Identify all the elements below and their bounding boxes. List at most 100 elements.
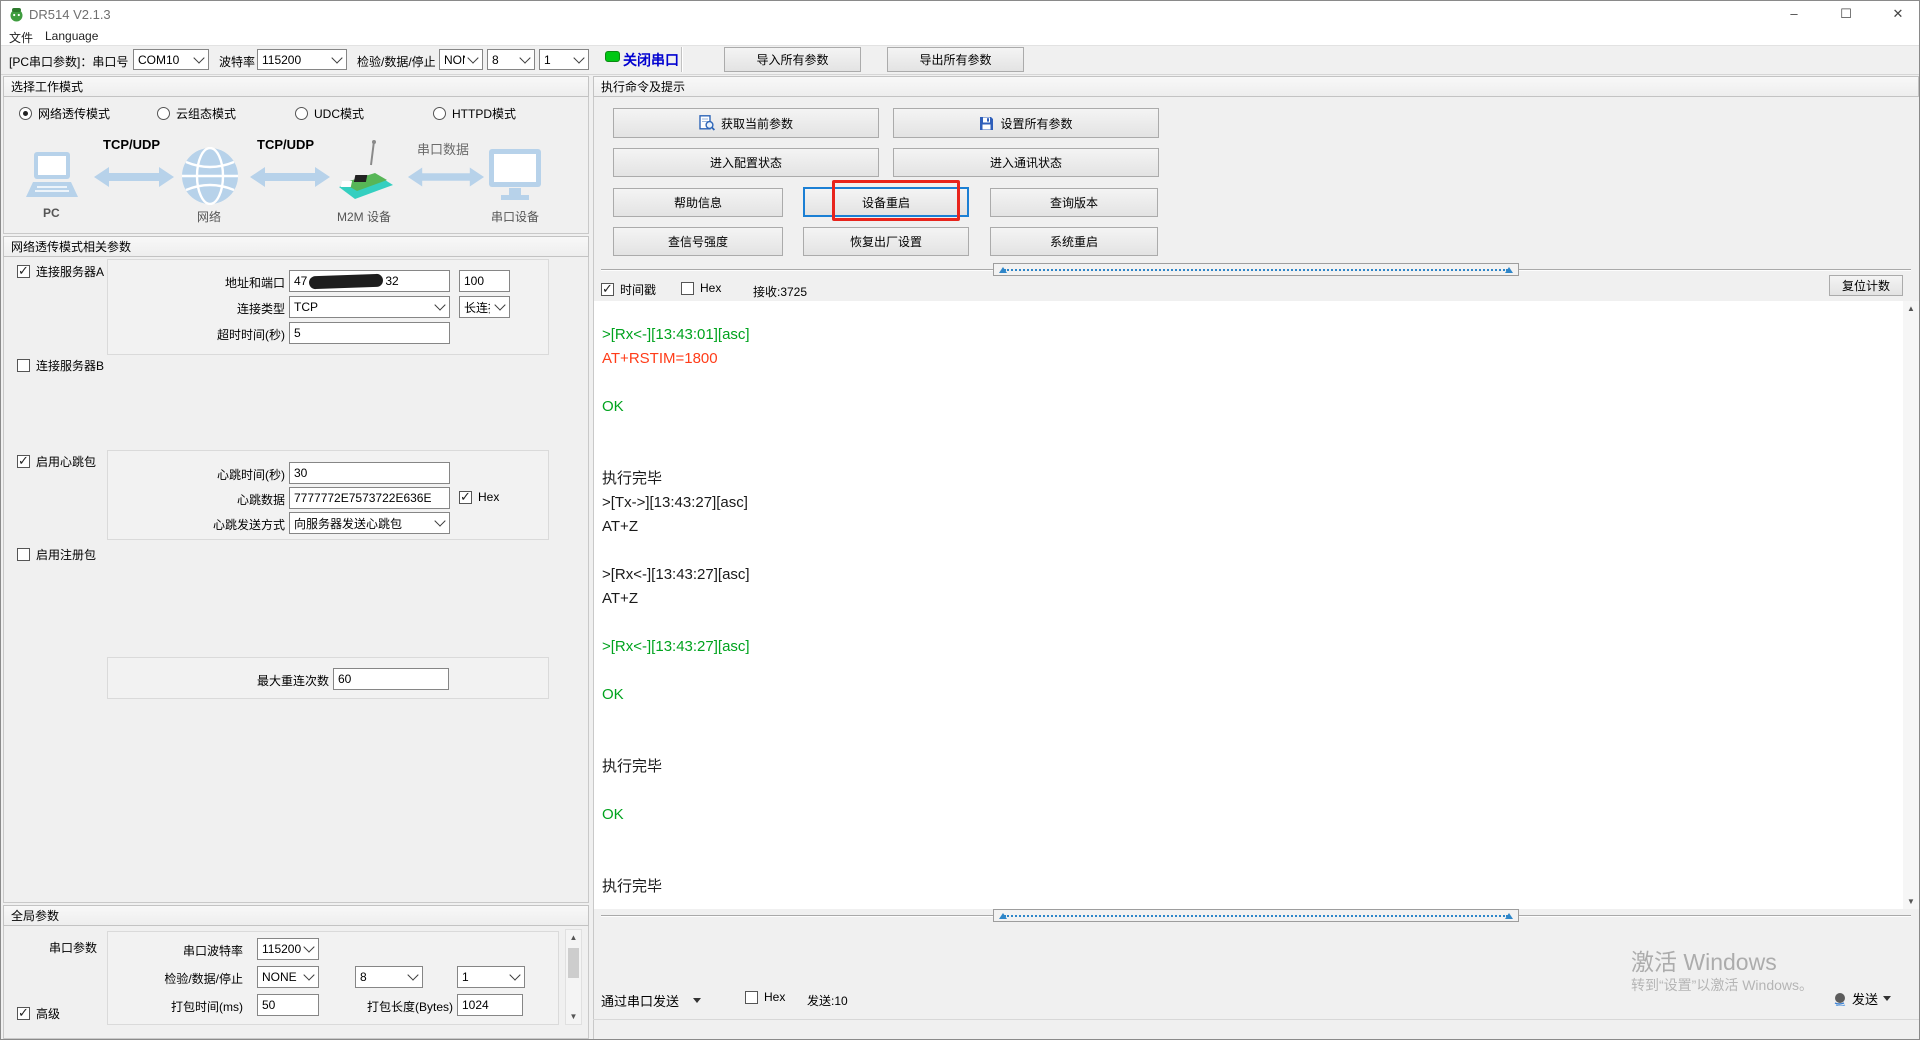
send-via-serial-dropdown[interactable]: 通过串口发送 <box>601 991 679 1010</box>
enter-comm-button[interactable]: 进入通讯状态 <box>893 148 1159 177</box>
hb-time-input[interactable]: 30 <box>289 462 450 484</box>
work-mode-radio[interactable]: UDC模式 <box>295 105 433 122</box>
work-mode-radio[interactable]: 云组态模式 <box>157 105 295 122</box>
chevron-down-icon <box>407 969 418 980</box>
server-address-input[interactable]: 47 32 <box>289 270 450 292</box>
log-output-area[interactable]: >[Rx<-][13:43:01][asc] AT+RSTIM=1800 OK … <box>594 301 1903 909</box>
trackbar-thumb-left-icon[interactable] <box>999 913 1007 919</box>
checkbox-icon <box>17 548 30 561</box>
log-scrollbar[interactable]: ▲ ▼ <box>1903 301 1919 909</box>
g-databits-select[interactable]: 8 <box>355 966 423 988</box>
pack-time-input[interactable]: 50 <box>257 994 319 1016</box>
splitter-groove <box>601 915 993 917</box>
trackbar-thumb-left-icon[interactable] <box>999 267 1007 273</box>
factory-reset-button[interactable]: 恢复出厂设置 <box>803 227 969 256</box>
node-m2m-label: M2M 设备 <box>337 208 391 225</box>
databits-value: 8 <box>492 53 499 67</box>
windows-activate-watermark-sub: 转到“设置”以激活 Windows。 <box>1631 975 1813 995</box>
server-b-checkbox[interactable]: 连接服务器B <box>17 357 104 374</box>
g-stopbits-value: 1 <box>462 970 469 984</box>
work-mode-radio[interactable]: HTTPD模式 <box>433 105 571 122</box>
pack-len-input[interactable]: 1024 <box>457 994 523 1016</box>
close-port-button[interactable]: 关闭串口 <box>623 50 679 70</box>
maximize-button[interactable]: ☐ <box>1823 1 1869 27</box>
import-params-button[interactable]: 导入所有参数 <box>724 47 861 72</box>
advanced-checkbox[interactable]: 高级 <box>17 1005 60 1022</box>
node-network-label: 网络 <box>197 208 221 225</box>
reset-count-button[interactable]: 复位计数 <box>1829 275 1903 296</box>
baud-select[interactable]: 115200 <box>257 49 347 70</box>
enter-config-button[interactable]: 进入配置状态 <box>613 148 879 177</box>
device-reboot-button[interactable]: 设备重启 <box>803 187 969 217</box>
conn-type-select[interactable]: TCP <box>289 296 450 318</box>
reconnect-input[interactable]: 60 <box>333 668 449 690</box>
menu-file[interactable]: 文件 <box>9 29 33 46</box>
close-button[interactable]: ✕ <box>1875 1 1920 27</box>
scroll-down-icon[interactable]: ▼ <box>1903 897 1919 906</box>
log-line: >[Rx<-][13:43:27][asc] <box>602 563 1903 587</box>
log-line-text: OK <box>602 398 624 415</box>
work-mode-radio[interactable]: 网络透传模式 <box>19 105 157 122</box>
query-version-button[interactable]: 查询版本 <box>990 188 1158 217</box>
signal-strength-button[interactable]: 查信号强度 <box>613 227 783 256</box>
export-params-button[interactable]: 导出所有参数 <box>887 47 1024 72</box>
trackbar-thumb-right-icon[interactable] <box>1505 913 1513 919</box>
set-params-button[interactable]: 设置所有参数 <box>893 108 1159 138</box>
send-button[interactable]: 发送 <box>1833 989 1891 1008</box>
parity-select[interactable]: NONE <box>439 49 483 70</box>
pc-serial-label: [PC串口参数]：串口号 <box>9 53 128 70</box>
scrollbar-thumb[interactable] <box>568 948 579 978</box>
work-mode-label: 网络透传模式 <box>38 105 110 122</box>
g-stopbits-select[interactable]: 1 <box>457 966 525 988</box>
g-baud-value: 115200 <box>262 942 301 956</box>
log-line-text: >[Tx->][13:43:27][asc] <box>602 494 748 511</box>
g-baud-select[interactable]: 115200 <box>257 938 319 960</box>
checkbox-icon <box>17 359 30 372</box>
com-port-select[interactable]: COM10 <box>133 49 209 70</box>
hb-mode-select[interactable]: 向服务器发送心跳包 <box>289 512 450 534</box>
left-panel-scrollbar[interactable]: ▲ ▼ <box>565 929 582 1025</box>
stopbits-select[interactable]: 1 <box>539 49 589 70</box>
splitter-trackbar[interactable] <box>993 909 1519 922</box>
dropdown-arrow-icon[interactable] <box>693 998 701 1003</box>
arrow-left-right-icon <box>407 165 485 189</box>
work-mode-header: 选择工作模式 <box>3 76 589 97</box>
log-line-text: 执行完毕 <box>602 470 662 487</box>
chevron-down-icon <box>434 299 445 310</box>
recv-hex-checkbox[interactable]: Hex <box>681 281 721 295</box>
node-pc-label: PC <box>43 206 60 220</box>
log-line <box>602 827 1903 851</box>
timestamp-checkbox[interactable]: 时间戳 <box>601 281 656 298</box>
databits-select[interactable]: 8 <box>487 49 535 70</box>
log-line: OK <box>602 803 1903 827</box>
register-checkbox[interactable]: 启用注册包 <box>17 546 96 563</box>
help-info-button[interactable]: 帮助信息 <box>613 188 783 217</box>
server-a-checkbox[interactable]: 连接服务器A <box>17 263 104 280</box>
hb-data-label: 心跳数据 <box>181 491 285 508</box>
server-port-input[interactable]: 100 <box>459 270 510 292</box>
log-line: 执行完毕 <box>602 875 1903 899</box>
get-params-button[interactable]: 获取当前参数 <box>613 108 879 138</box>
splitter-groove <box>1519 915 1911 917</box>
send-hex-checkbox[interactable]: Hex <box>745 990 785 1004</box>
chevron-down-icon <box>494 299 505 310</box>
hb-data-input[interactable]: 7777772E7573722E636E <box>289 487 450 509</box>
log-line-text: AT+Z <box>602 590 638 607</box>
address-redaction-scribble <box>309 273 383 289</box>
menu-language[interactable]: Language <box>45 29 98 43</box>
scroll-up-icon[interactable]: ▲ <box>566 933 581 942</box>
heartbeat-checkbox[interactable]: 启用心跳包 <box>17 453 96 470</box>
hb-hex-checkbox[interactable]: Hex <box>459 490 499 504</box>
timeout-input[interactable]: 5 <box>289 322 450 344</box>
server-b-label: 连接服务器B <box>36 357 104 374</box>
trackbar-thumb-right-icon[interactable] <box>1505 267 1513 273</box>
checkbox-icon <box>681 282 694 295</box>
baud-value: 115200 <box>262 53 301 67</box>
system-reboot-button[interactable]: 系统重启 <box>990 227 1158 256</box>
g-parity-select[interactable]: NONE <box>257 966 319 988</box>
scroll-up-icon[interactable]: ▲ <box>1903 304 1919 313</box>
minimize-button[interactable]: – <box>1771 1 1817 27</box>
conn-mode-select[interactable]: 长连接 <box>459 296 510 318</box>
splitter-trackbar[interactable] <box>993 263 1519 276</box>
scroll-down-icon[interactable]: ▼ <box>566 1012 581 1021</box>
